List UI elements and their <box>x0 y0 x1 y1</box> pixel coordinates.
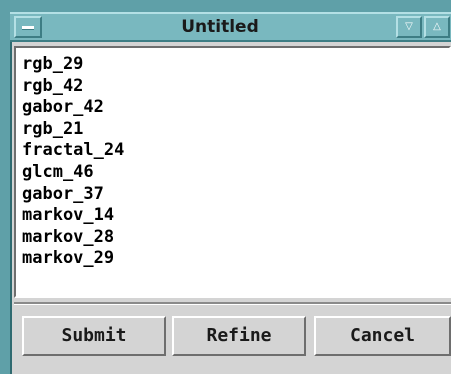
list-item[interactable]: rgb_21 <box>22 119 449 141</box>
list-item[interactable]: markov_14 <box>22 205 449 227</box>
list-item[interactable]: fractal_24 <box>22 140 449 162</box>
maximize-button[interactable]: △ <box>424 16 450 38</box>
window-menu-icon <box>22 26 34 30</box>
list-item[interactable]: markov_29 <box>22 248 449 270</box>
divider <box>14 302 451 305</box>
refine-button[interactable]: Refine <box>172 316 306 356</box>
minimize-icon: ▽ <box>405 21 413 32</box>
list-item[interactable]: glcm_46 <box>22 162 449 184</box>
submit-button[interactable]: Submit <box>22 316 166 356</box>
list-item[interactable]: gabor_42 <box>22 97 449 119</box>
cancel-button[interactable]: Cancel <box>314 316 451 356</box>
window-title: Untitled <box>181 17 259 37</box>
window-frame-left[interactable] <box>0 12 12 374</box>
maximize-icon: △ <box>433 21 441 32</box>
list-item[interactable]: rgb_29 <box>22 54 449 76</box>
window-menu-button[interactable] <box>14 16 42 38</box>
window-frame-top[interactable] <box>0 0 451 12</box>
list-item[interactable]: markov_28 <box>22 227 449 249</box>
button-bar: Submit Refine Cancel <box>14 306 451 374</box>
minimize-button[interactable]: ▽ <box>396 16 422 38</box>
dialog-window: Untitled ▽ △ rgb_29 rgb_42 gabor_42 rgb_… <box>0 0 451 374</box>
title-bar[interactable]: Untitled ▽ △ <box>10 12 451 42</box>
list-item[interactable]: gabor_37 <box>22 184 449 206</box>
list-item[interactable]: rgb_42 <box>22 76 449 98</box>
feature-list[interactable]: rgb_29 rgb_42 gabor_42 rgb_21 fractal_24… <box>14 46 451 298</box>
